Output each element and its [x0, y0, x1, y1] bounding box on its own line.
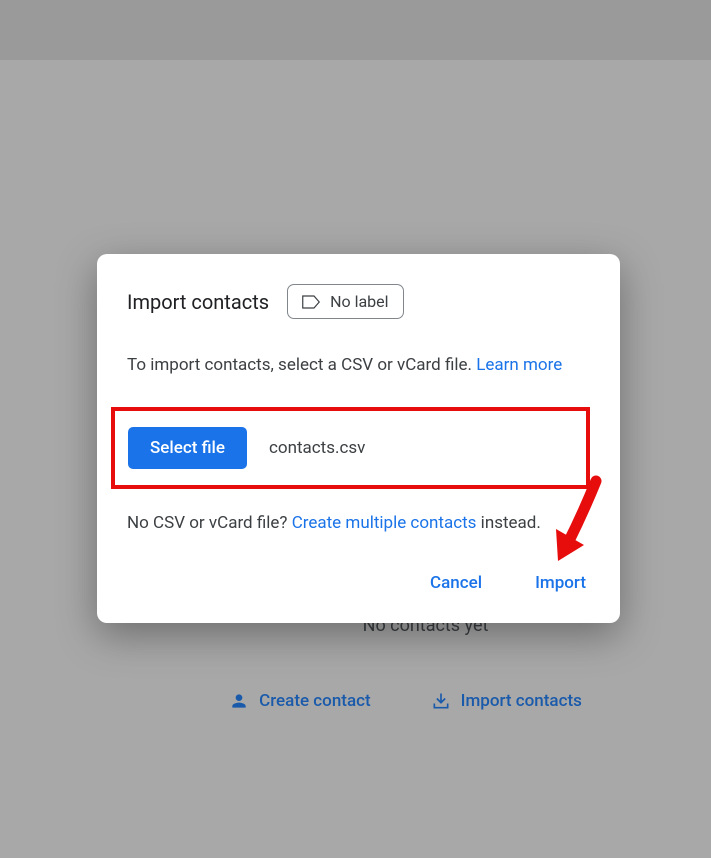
create-contact-button[interactable]: Create contact [229, 691, 371, 711]
learn-more-link[interactable]: Learn more [476, 355, 562, 375]
no-csv-text: No CSV or vCard file? Create multiple co… [127, 513, 590, 533]
empty-state: No contacts yet Create contact Import co… [0, 615, 711, 711]
import-contacts-label: Import contacts [461, 691, 582, 711]
import-contacts-button[interactable]: Import contacts [431, 691, 582, 711]
dialog-title: Import contacts [127, 290, 269, 314]
create-multiple-contacts-link[interactable]: Create multiple contacts [292, 513, 477, 533]
file-select-row: Select file contacts.csv [125, 422, 576, 474]
import-button[interactable]: Import [531, 567, 590, 599]
header-bar [0, 0, 711, 60]
label-selector-chip[interactable]: No label [287, 284, 403, 319]
import-icon [431, 691, 451, 711]
instruction-text: To import contacts, select a CSV or vCar… [127, 353, 590, 379]
person-icon [229, 691, 249, 711]
create-contact-label: Create contact [259, 691, 371, 711]
import-contacts-dialog: Import contacts No label To import conta… [97, 254, 620, 623]
select-file-button[interactable]: Select file [128, 427, 247, 469]
cancel-button[interactable]: Cancel [426, 567, 486, 599]
label-icon [302, 295, 320, 309]
label-chip-text: No label [330, 292, 388, 311]
annotation-highlight-box: Select file contacts.csv [111, 407, 590, 489]
selected-filename: contacts.csv [269, 438, 365, 458]
dialog-actions: Cancel Import [127, 567, 590, 599]
